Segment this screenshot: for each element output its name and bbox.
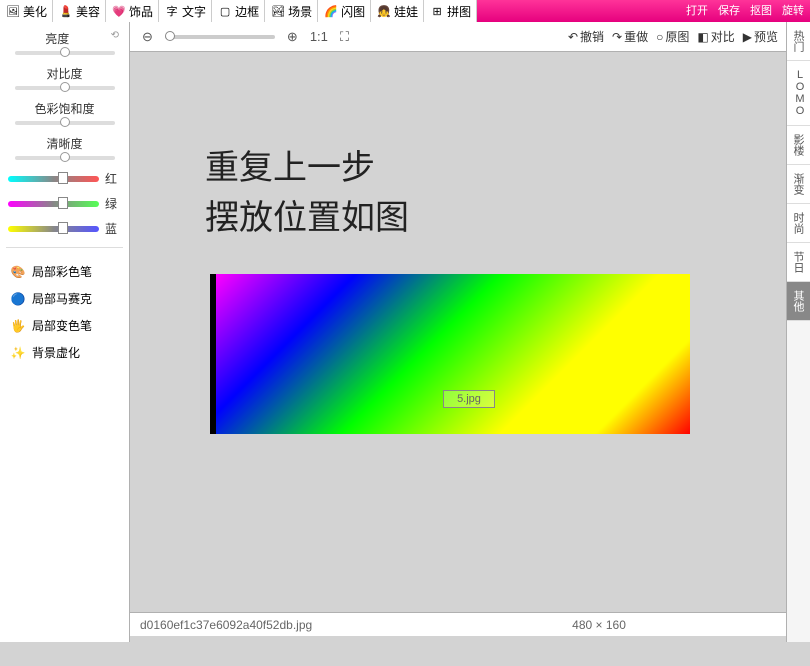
right-tab-4[interactable]: 时尚: [787, 204, 810, 243]
tab-label: 美容: [76, 3, 100, 20]
tool-icon: 🎨: [10, 264, 26, 280]
topbar-action-3[interactable]: 旋转: [782, 6, 804, 17]
status-bar: d0160ef1c37e6092a40f52db.jpg 480 × 160: [130, 612, 786, 636]
slider-label: 色彩饱和度: [4, 100, 125, 117]
tab-label: 闪图: [341, 3, 365, 20]
right-tab-1[interactable]: LOMO: [787, 61, 810, 126]
tool-2[interactable]: 🖐 局部变色笔: [4, 312, 125, 339]
slider-3[interactable]: [15, 156, 115, 160]
tool-1[interactable]: 🔵 局部马赛克: [4, 285, 125, 312]
tab-icon: ⊞: [429, 3, 445, 19]
top-toolbar: 🖼美化💄美容💗饰品字文字▢边框🏞场景🌈闪图👧娃娃⊞拼图 打开保存抠图旋转: [0, 0, 810, 22]
right-sidebar: 热门LOMO影楼渐变时尚节日其他: [786, 22, 810, 642]
canvas-area: ⊖ ⊕ 1:1 ⛶ ↶撤销 ↷重做 ○原图 ◧对比 ▶预览 重复上一步 摆放位置…: [130, 22, 786, 642]
tab-6[interactable]: 🌈闪图: [318, 0, 371, 22]
slider-label: 亮度: [4, 30, 125, 47]
right-tab-6[interactable]: 其他: [787, 282, 810, 321]
tab-label: 边框: [235, 3, 259, 20]
canvas-text-1: 重复上一步: [205, 140, 375, 189]
tool-3[interactable]: ✨ 背景虚化: [4, 339, 125, 366]
rgb-slider-red[interactable]: [8, 176, 99, 182]
canvas-text-2: 摆放位置如图: [205, 190, 409, 239]
tab-2[interactable]: 💗饰品: [106, 0, 159, 22]
preview-button[interactable]: ▶预览: [743, 28, 778, 45]
rgb-label: 蓝: [105, 220, 121, 237]
fit-screen-button[interactable]: ⛶: [336, 27, 353, 47]
zoom-slider[interactable]: [165, 35, 275, 39]
redo-button[interactable]: ↷重做: [612, 28, 648, 45]
tool-icon: 🔵: [10, 291, 26, 307]
tab-icon: 字: [164, 3, 180, 19]
slider-2[interactable]: [15, 121, 115, 125]
canvas[interactable]: 重复上一步 摆放位置如图 5.jpg: [130, 52, 786, 612]
tab-icon: 💗: [111, 3, 127, 19]
slider-1[interactable]: [15, 86, 115, 90]
placed-object-label[interactable]: 5.jpg: [443, 390, 495, 408]
zoom-in-button[interactable]: ⊕: [283, 27, 302, 47]
tab-label: 美化: [23, 3, 47, 20]
right-tab-0[interactable]: 热门: [787, 22, 810, 61]
tab-icon: 👧: [376, 3, 392, 19]
slider-0[interactable]: [15, 51, 115, 55]
tab-icon: 🌈: [323, 3, 339, 19]
slider-label: 清晰度: [4, 135, 125, 152]
rgb-label: 红: [105, 170, 121, 187]
tab-label: 饰品: [129, 3, 153, 20]
tab-3[interactable]: 字文字: [159, 0, 212, 22]
rgb-slider-green[interactable]: [8, 201, 99, 207]
tool-label: 局部马赛克: [32, 290, 92, 307]
original-button[interactable]: ○原图: [656, 28, 689, 45]
tab-label: 娃娃: [394, 3, 418, 20]
tab-label: 文字: [182, 3, 206, 20]
tool-label: 局部彩色笔: [32, 263, 92, 280]
slider-label: 对比度: [4, 65, 125, 82]
tab-label: 场景: [288, 3, 312, 20]
rgb-slider-blue[interactable]: [8, 226, 99, 232]
tab-1[interactable]: 💄美容: [53, 0, 106, 22]
topbar-action-1[interactable]: 保存: [718, 6, 740, 17]
tool-icon: 🖐: [10, 318, 26, 334]
tab-icon: ▢: [217, 3, 233, 19]
compare-button[interactable]: ◧对比: [697, 28, 734, 45]
tab-icon: 🖼: [5, 3, 21, 19]
tab-icon: 💄: [58, 3, 74, 19]
tool-label: 局部变色笔: [32, 317, 92, 334]
tab-7[interactable]: 👧娃娃: [371, 0, 424, 22]
topbar-action-0[interactable]: 打开: [686, 6, 708, 17]
rgb-label: 绿: [105, 195, 121, 212]
right-tab-2[interactable]: 影楼: [787, 126, 810, 165]
rainbow-image[interactable]: [210, 274, 690, 434]
tab-0[interactable]: 🖼美化: [0, 0, 53, 22]
tool-0[interactable]: 🎨 局部彩色笔: [4, 258, 125, 285]
zoom-out-button[interactable]: ⊖: [138, 27, 157, 47]
tab-label: 拼图: [447, 3, 471, 20]
zoom-ratio-button[interactable]: 1:1: [306, 27, 332, 46]
tool-label: 背景虚化: [32, 344, 80, 361]
tab-8[interactable]: ⊞拼图: [424, 0, 477, 22]
right-tab-3[interactable]: 渐变: [787, 165, 810, 204]
status-size: 480 × 160: [572, 618, 626, 632]
undo-button[interactable]: ↶撤销: [568, 28, 604, 45]
reset-icon[interactable]: ⟲: [111, 30, 119, 41]
left-sidebar: ⟲ 亮度对比度色彩饱和度清晰度 红绿蓝 🎨 局部彩色笔 🔵 局部马赛克 🖐 局部变色笔 ✨ 背…: [0, 22, 130, 642]
right-tab-5[interactable]: 节日: [787, 243, 810, 282]
tab-icon: 🏞: [270, 3, 286, 19]
topbar-action-2[interactable]: 抠图: [750, 6, 772, 17]
status-filename: d0160ef1c37e6092a40f52db.jpg: [140, 618, 312, 632]
tab-4[interactable]: ▢边框: [212, 0, 265, 22]
tool-icon: ✨: [10, 345, 26, 361]
tab-5[interactable]: 🏞场景: [265, 0, 318, 22]
canvas-toolbar: ⊖ ⊕ 1:1 ⛶ ↶撤销 ↷重做 ○原图 ◧对比 ▶预览: [130, 22, 786, 52]
